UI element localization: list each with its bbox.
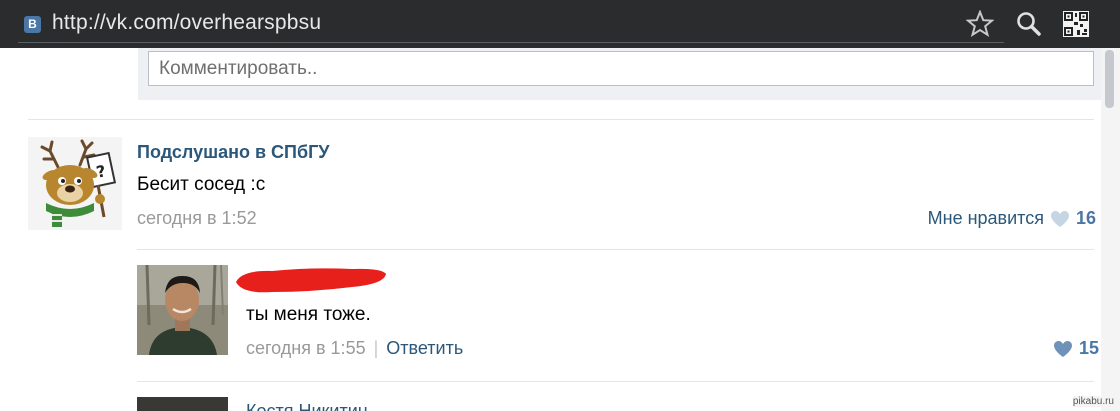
post-text: Бесит сосед :с	[137, 174, 266, 195]
reply-button[interactable]: Ответить	[386, 338, 463, 359]
next-comment-author-label: Костя Никитин	[246, 401, 368, 411]
heart-icon	[1053, 340, 1072, 357]
reply-like-count: 15	[1078, 338, 1099, 358]
star-icon[interactable]	[966, 10, 994, 38]
reply-meta: сегодня в 1:55 | Ответить	[246, 338, 463, 359]
address-bar-url[interactable]: http://vk.com/overhearspbsu	[52, 11, 321, 35]
scrollbar[interactable]	[1101, 48, 1120, 411]
user-avatar[interactable]	[137, 265, 228, 355]
heart-icon	[1050, 210, 1069, 227]
post-divider	[28, 119, 1094, 120]
scrollbar-thumb[interactable]	[1105, 50, 1114, 108]
redacted-name-mark	[236, 268, 386, 293]
post-author-link[interactable]: Подслушано в СПбГУ	[137, 142, 330, 163]
comment-input[interactable]	[148, 51, 1094, 86]
reply-text: ты меня тоже.	[246, 304, 371, 325]
like-label: Мне нравится	[927, 208, 1044, 228]
reply-divider	[137, 249, 1094, 250]
browser-toolbar: B http://vk.com/overhearspbsu	[0, 0, 1120, 48]
search-icon[interactable]	[1015, 10, 1043, 38]
meta-separator: |	[373, 338, 379, 358]
next-comment-divider	[137, 381, 1094, 382]
reply-timestamp[interactable]: сегодня в 1:55	[246, 338, 366, 359]
post-like-button[interactable]: Мне нравится 16	[928, 208, 1096, 229]
watermark: pikabu.ru	[1072, 396, 1114, 407]
post-like-count: 16	[1075, 208, 1096, 228]
address-bar-underline	[18, 42, 1004, 43]
next-comment-author-link[interactable]: Костя Никитин	[246, 400, 368, 411]
post-timestamp[interactable]: сегодня в 1:52	[137, 208, 257, 229]
qr-code-icon[interactable]	[1062, 10, 1090, 38]
reply-like-button[interactable]: 15	[1053, 338, 1099, 359]
vk-favicon-icon: B	[24, 16, 41, 33]
next-comment-avatar[interactable]	[137, 397, 228, 411]
reindeer-avatar[interactable]: ?	[28, 137, 122, 230]
